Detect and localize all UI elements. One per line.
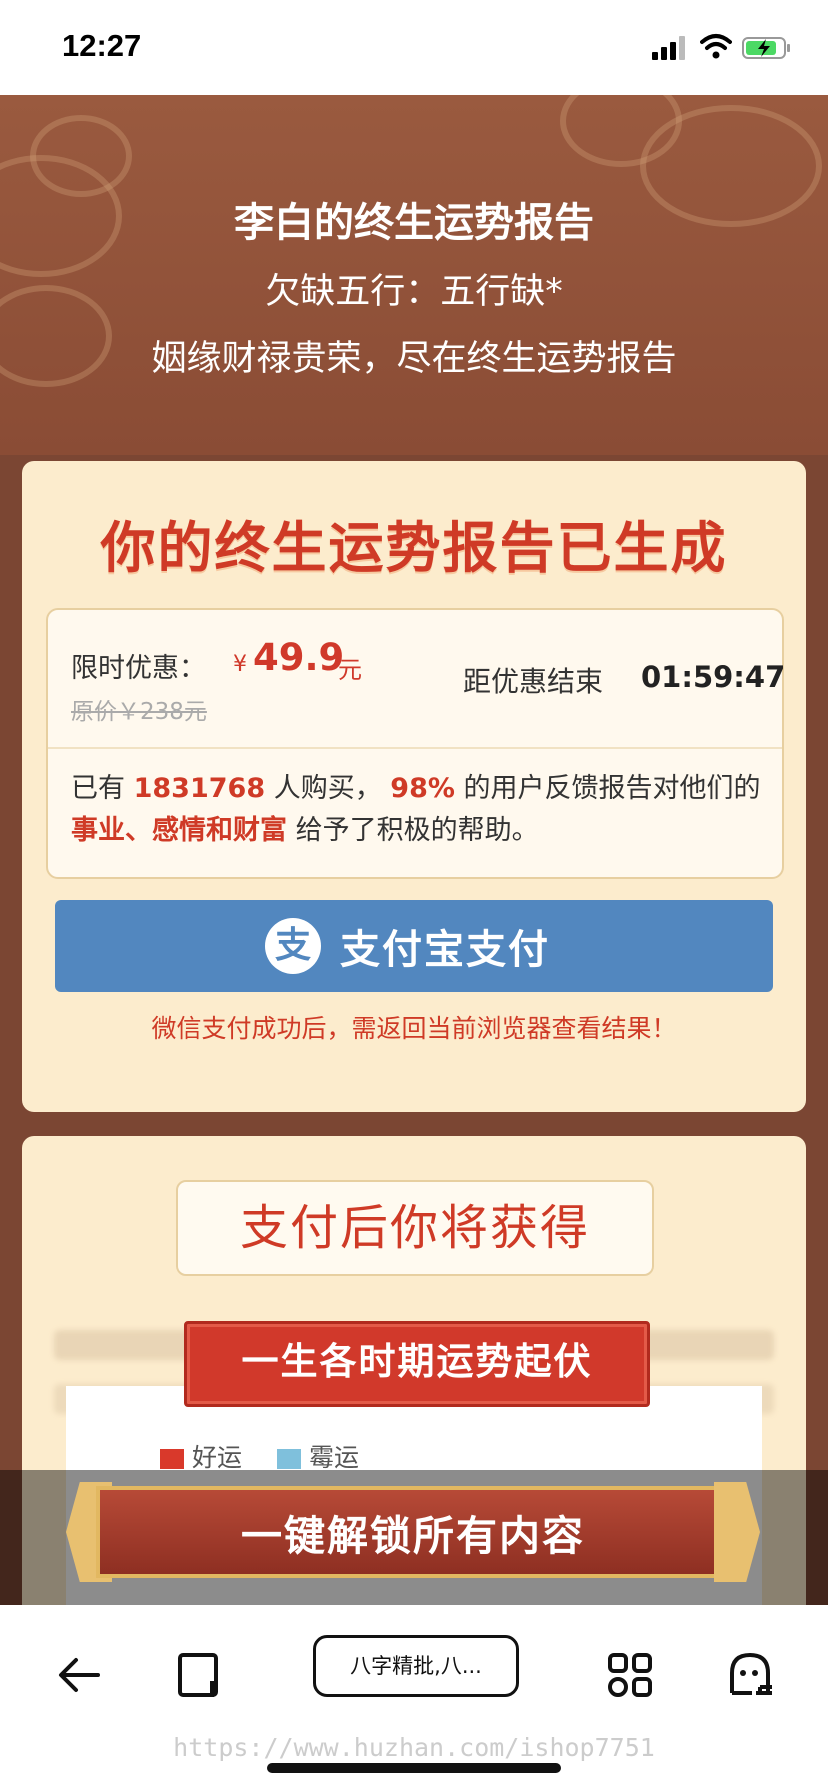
status-bar: 12:27 (0, 0, 828, 95)
countdown-label: 距优惠结束 (463, 665, 604, 698)
unlock-all-button[interactable]: 一键解锁所有内容 (66, 1482, 760, 1584)
section-title: 一生各时期运势起伏 (241, 1340, 593, 1383)
offer-label: 限时优惠： (71, 653, 206, 684)
home-indicator[interactable] (267, 1763, 561, 1773)
legend-good-luck: 好运 (160, 1438, 242, 1474)
back-arrow-icon[interactable] (50, 1645, 110, 1705)
legend-bad-label: 霉运 (309, 1443, 360, 1472)
desc-highlight: 事业、感情和财富 (71, 815, 287, 846)
current-tab-title[interactable]: 八字精批,八... (313, 1635, 519, 1697)
alipay-pay-button[interactable]: 支 支付宝支付 (55, 900, 773, 992)
price-row: 限时优惠： ¥ 49.9 元 原价￥238元 距优惠结束 01:59:47 (48, 610, 786, 749)
report-hero: 李白的终生运势报告 欠缺五行：五行缺* 姻缘财禄贵荣，尽在终生运势报告 (0, 95, 828, 455)
unlock-label: 一键解锁所有内容 (241, 1512, 585, 1560)
legend-good-label: 好运 (192, 1443, 243, 1472)
benefits-heading: 支付后你将获得 (239, 1200, 590, 1256)
wifi-icon (700, 34, 732, 59)
satisfaction-percent: 98% (390, 773, 455, 804)
report-headline: 你的终生运势报告已生成 (100, 515, 728, 580)
cloud-pattern-icon (30, 115, 132, 197)
status-time: 12:27 (62, 28, 142, 63)
purchase-description: 已有 1831768 人购买， 98% 的用户反馈报告对他们的事业、感情和财富 … (71, 768, 771, 852)
watermark: https://www.huzhan.com/ishop7751 (173, 1733, 655, 1762)
hero-title: 李白的终生运势报告 (234, 200, 594, 246)
desc-mid1: 人购买， (273, 773, 382, 804)
cellular-signal-icon (652, 36, 685, 60)
currency-symbol: ¥ (233, 652, 247, 677)
legend-swatch-good (160, 1449, 184, 1469)
ghost-menu-icon[interactable] (720, 1645, 780, 1705)
apps-grid-icon[interactable] (600, 1645, 660, 1705)
desc-suffix: 给予了积极的帮助。 (295, 815, 539, 846)
desc-prefix: 已有 (71, 773, 125, 804)
section-ribbon: 一生各时期运势起伏 (184, 1321, 650, 1407)
battery-charging-icon (742, 37, 790, 59)
original-price: 原价￥238元 (71, 699, 207, 725)
desc-mid2: 的用户反馈报告对他们的 (463, 773, 761, 804)
legend-swatch-bad (277, 1449, 301, 1469)
sale-price: 49.9 (253, 636, 345, 679)
legend-bad-luck: 霉运 (277, 1438, 359, 1474)
tabs-icon[interactable] (172, 1645, 232, 1705)
alipay-pay-label: 支付宝支付 (340, 927, 550, 973)
countdown-timer: 01:59:47 (641, 660, 786, 694)
hero-tagline: 姻缘财禄贵荣，尽在终生运势报告 (151, 339, 677, 379)
price-box: 限时优惠： ¥ 49.9 元 原价￥238元 距优惠结束 01:59:47 已有… (46, 608, 786, 879)
wechat-notice: 微信支付成功后，需返回当前浏览器查看结果！ (151, 1014, 677, 1043)
alipay-icon: 支 (265, 918, 321, 974)
benefits-heading-box: 支付后你将获得 (176, 1180, 654, 1276)
hero-five-elements: 欠缺五行：五行缺* (265, 272, 563, 312)
report-generated-card: 你的终生运势报告已生成 限时优惠： ¥ 49.9 元 原价￥238元 距优惠结束… (22, 461, 806, 1112)
price-unit: 元 (338, 656, 362, 684)
buyer-count: 1831768 (133, 773, 266, 804)
browser-toolbar: 八字精批,八... https://www.huzhan.com/ishop77… (0, 1605, 828, 1792)
